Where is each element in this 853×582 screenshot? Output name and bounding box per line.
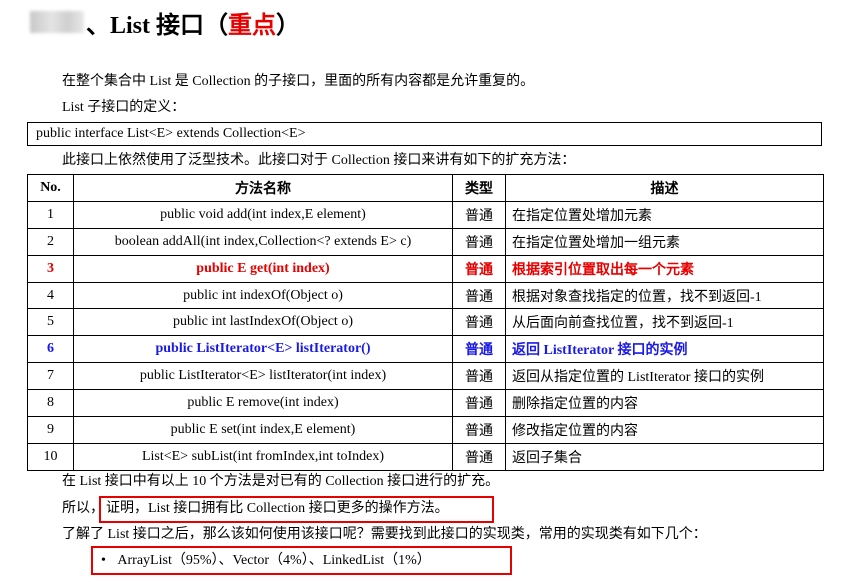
heading-suffix: ） (276, 12, 301, 39)
header-method: 方法名称 (73, 174, 453, 202)
row-type: 普通 (452, 281, 506, 310)
table-row: 2 boolean addAll(int index,Collection<? … (27, 227, 824, 256)
row-desc: 返回从指定位置的 ListIterator 接口的实例 (505, 362, 824, 391)
row-method: public ListIterator<E> listIterator() (73, 335, 453, 364)
row-desc: 根据对象查找指定的位置，找不到返回-1 (505, 281, 824, 310)
table-row: 10 List<E> subList(int fromIndex,int toI… (27, 442, 824, 471)
row-no: 8 (27, 389, 74, 418)
row-desc: 在指定位置处增加一组元素 (505, 227, 824, 256)
bullet-icon: • (101, 553, 106, 568)
row-method: public int lastIndexOf(Object o) (73, 308, 453, 337)
row-method: public E remove(int index) (73, 389, 453, 418)
row-no: 7 (27, 362, 74, 391)
summary-line-3: 了解了 List 接口之后，那么该如何使用该接口呢？需要找到此接口的实现类，常用… (62, 527, 707, 542)
table-row: 8 public E remove(int index) 普通 删除指定位置的内… (27, 389, 824, 418)
row-type: 普通 (452, 389, 506, 418)
row-desc: 返回 ListIterator 接口的实例 (505, 335, 824, 364)
row-no: 9 (27, 416, 74, 444)
row-method: public int indexOf(Object o) (73, 281, 453, 310)
row-desc: 删除指定位置的内容 (505, 389, 824, 418)
row-method: public E get(int index) (73, 254, 453, 283)
header-desc: 描述 (505, 174, 824, 202)
row-no: 3 (27, 254, 74, 283)
row-no: 1 (27, 200, 74, 229)
row-method: public void add(int index,E element) (73, 200, 453, 229)
row-desc: 修改指定位置的内容 (505, 416, 824, 444)
row-type: 普通 (452, 335, 506, 364)
table-row: 9 public E set(int index,E element) 普通 修… (27, 416, 824, 444)
table-row: 1 public void add(int index,E element) 普… (27, 200, 824, 229)
row-method: public ListIterator<E> listIterator(int … (73, 362, 453, 391)
intro-line-2: List 子接口的定义： (62, 100, 186, 115)
implementations-list: ArrayList（95%）、Vector（4%）、LinkedList（1%） (117, 553, 431, 568)
row-type: 普通 (452, 362, 506, 391)
row-type: 普通 (452, 442, 506, 471)
row-no: 10 (27, 442, 74, 471)
table-header-row: No. 方法名称 类型 描述 (27, 174, 824, 202)
heading-text: 、List 接口（ (86, 12, 229, 39)
row-no: 6 (27, 335, 74, 364)
row-desc: 根据索引位置取出每一个元素 (505, 254, 824, 283)
table-row: 7 public ListIterator<E> listIterator(in… (27, 362, 824, 391)
table-row: 5 public int lastIndexOf(Object o) 普通 从后… (27, 308, 824, 337)
row-type: 普通 (452, 308, 506, 337)
row-type: 普通 (452, 416, 506, 444)
row-desc: 从后面向前查找位置，找不到返回-1 (505, 308, 824, 337)
row-type: 普通 (452, 227, 506, 256)
definition-code-box: public interface List<E> extends Collect… (27, 122, 822, 146)
methods-table: No. 方法名称 类型 描述 1 public void add(int ind… (27, 174, 824, 471)
summary-line-1: 在 List 接口中有以上 10 个方法是对已有的 Collection 接口进… (62, 474, 500, 489)
section-heading: 、List 接口（ 重点 ） (30, 6, 301, 39)
row-method: List<E> subList(int fromIndex,int toInde… (73, 442, 453, 471)
row-desc: 返回子集合 (505, 442, 824, 471)
intro-line-1: 在整个集合中 List 是 Collection 的子接口，里面的所有内容都是允… (62, 74, 535, 89)
heading-emphasis: 重点 (228, 12, 277, 39)
implementations-box: • ArrayList（95%）、Vector（4%）、LinkedList（1… (91, 546, 512, 575)
table-row: 4 public int indexOf(Object o) 普通 根据对象查找… (27, 281, 824, 310)
row-no: 2 (27, 227, 74, 256)
header-type: 类型 (452, 174, 506, 202)
row-method: boolean addAll(int index,Collection<? ex… (73, 227, 453, 256)
row-no: 4 (27, 281, 74, 310)
summary-line-2-prefix: 所以， (62, 501, 104, 516)
row-type: 普通 (452, 254, 506, 283)
header-no: No. (27, 174, 74, 202)
blurred-section-number (30, 11, 84, 33)
row-no: 5 (27, 308, 74, 337)
table-row-highlighted-red: 3 public E get(int index) 普通 根据索引位置取出每一个… (27, 254, 824, 283)
row-method: public E set(int index,E element) (73, 416, 453, 444)
summary-line-2-boxed: 证明，List 接口拥有比 Collection 接口更多的操作方法。 (106, 501, 449, 516)
table-row-highlighted-blue: 6 public ListIterator<E> listIterator() … (27, 335, 824, 364)
row-type: 普通 (452, 200, 506, 229)
row-desc: 在指定位置处增加元素 (505, 200, 824, 229)
generics-note: 此接口上依然使用了泛型技术。此接口对于 Collection 接口来讲有如下的扩… (62, 153, 576, 168)
